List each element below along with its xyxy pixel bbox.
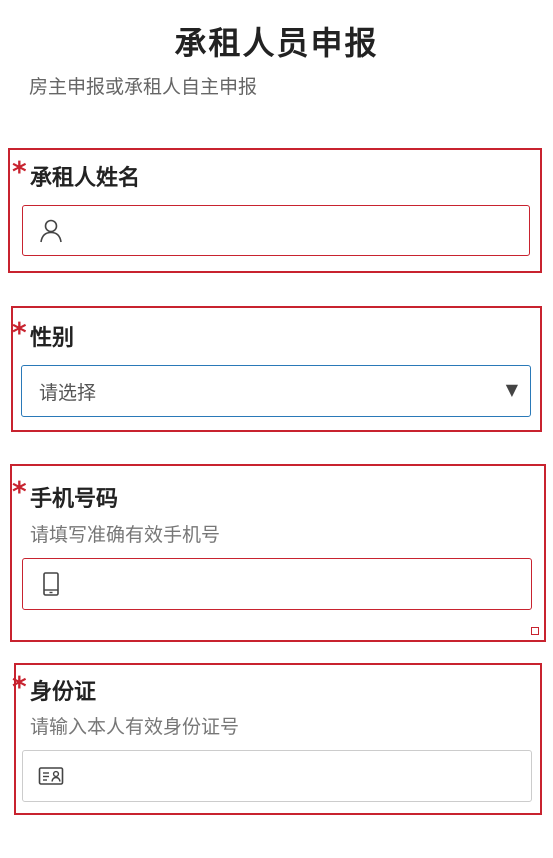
id-input[interactable] <box>81 759 515 793</box>
chevron-down-icon: ▼ <box>505 380 518 399</box>
name-field[interactable] <box>22 205 530 256</box>
required-mark: * <box>12 475 27 508</box>
id-label: 身份证 <box>30 680 97 705</box>
gender-label: 性别 <box>30 326 75 351</box>
resize-handle[interactable] <box>531 627 539 635</box>
id-section: * 身份证 请输入本人有效身份证号 <box>12 663 542 815</box>
person-icon <box>40 219 62 242</box>
page-title: 承租人员申报 <box>174 24 379 62</box>
phone-hint: 请填写准确有效手机号 <box>30 524 221 546</box>
gender-select[interactable]: 请选择 ▼ <box>21 365 531 417</box>
mobile-phone-icon <box>43 572 59 596</box>
page-subtitle: 房主申报或承租人自主申报 <box>29 76 258 98</box>
id-hint: 请输入本人有效身份证号 <box>30 716 240 738</box>
required-mark: * <box>12 316 27 349</box>
gender-section: * 性别 请选择 ▼ <box>11 306 542 432</box>
name-input[interactable] <box>81 214 515 248</box>
required-mark: * <box>12 155 27 188</box>
phone-section: * 手机号码 请填写准确有效手机号 <box>10 464 546 642</box>
phone-field[interactable] <box>22 558 532 610</box>
required-mark: * <box>12 670 27 703</box>
name-label: 承租人姓名 <box>30 166 141 191</box>
name-section: * 承租人姓名 <box>8 148 542 273</box>
phone-label: 手机号码 <box>30 487 119 512</box>
gender-select-value: 请选择 <box>39 382 97 404</box>
id-field[interactable] <box>22 750 532 802</box>
id-card-icon <box>38 767 64 785</box>
phone-input[interactable] <box>81 567 515 601</box>
